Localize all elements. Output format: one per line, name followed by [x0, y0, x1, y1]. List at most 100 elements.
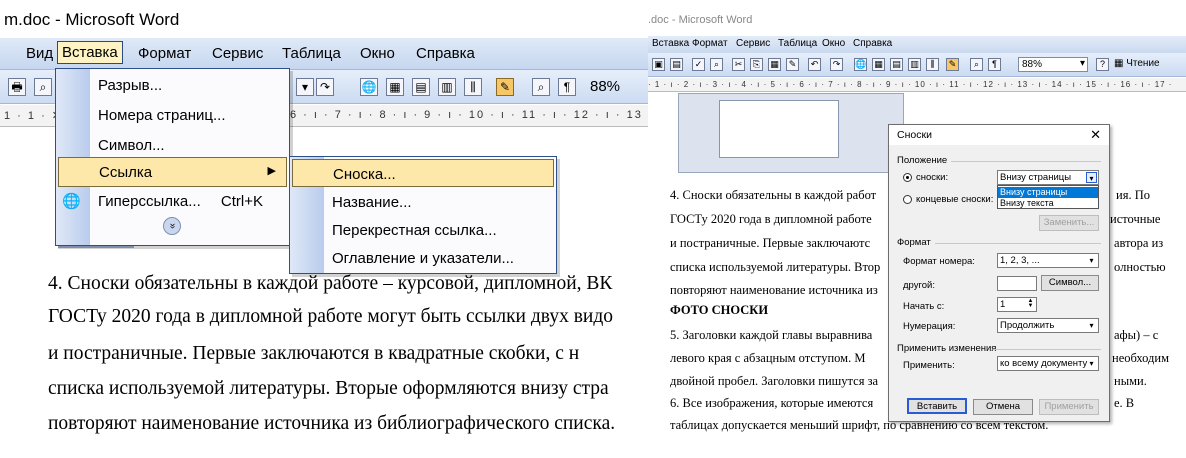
close-icon[interactable]: ✕ — [1090, 127, 1101, 143]
ruler: · 1 · ı · 2 · ı · 3 · ı · 4 · ı · 5 · ı … — [648, 78, 1186, 92]
undo-dropdown-icon[interactable]: ▾ — [296, 78, 314, 96]
format-painter-icon[interactable]: ✎ — [786, 58, 799, 71]
redo-icon[interactable]: ↷ — [830, 58, 843, 71]
hyperlink-icon[interactable]: 🌐 — [854, 58, 867, 71]
convert-button[interactable]: Заменить... — [1039, 215, 1099, 231]
chevron-down-icon: ▾ — [1089, 321, 1094, 330]
position-option[interactable]: Внизу текста — [998, 198, 1098, 209]
menu-bar: Вид Вставка Формат Сервис Таблица Окно С… — [0, 38, 648, 70]
zoom-value[interactable]: 88% — [590, 78, 620, 95]
menu-bar: Вставка Формат Сервис Таблица Окно Справ… — [648, 36, 1186, 53]
insert-table-icon[interactable]: ▤ — [412, 78, 430, 96]
menu-help[interactable]: Справка — [853, 38, 892, 49]
symbol-button[interactable]: Символ... — [1041, 275, 1099, 291]
radio-footnotes-label: сноски: — [916, 172, 949, 183]
menu-format[interactable]: Формат — [134, 43, 195, 64]
menu-item-reference[interactable]: Ссылка ▶ — [58, 157, 287, 187]
menu-tools[interactable]: Сервис — [208, 43, 267, 64]
apply-button[interactable]: Применить — [1039, 399, 1099, 415]
document-map-icon[interactable]: ⌕ — [970, 58, 983, 71]
paragraph-fragment: источные — [1110, 212, 1161, 226]
undo-icon[interactable]: ↶ — [808, 58, 821, 71]
save-icon[interactable]: ▣ — [652, 58, 665, 71]
insert-excel-icon[interactable]: ▥ — [908, 58, 921, 71]
paragraph-fragment: необходим — [1112, 351, 1169, 365]
submenu-item-index-tables[interactable]: Оглавление и указатели... — [290, 244, 556, 274]
group-format-label: Формат — [897, 237, 931, 248]
menu-insert[interactable]: Вставка — [652, 38, 689, 49]
paragraph-line: списка используемой литературы. Втор — [670, 260, 881, 274]
copy-icon[interactable]: ⎘ — [750, 58, 763, 71]
menu-window[interactable]: Окно — [356, 43, 399, 64]
spelling-icon[interactable]: ✓ — [692, 58, 705, 71]
print-icon[interactable]: ▤ — [670, 58, 683, 71]
position-select[interactable]: Внизу страницы ▾ — [997, 170, 1099, 185]
cancel-button[interactable]: Отмена — [973, 399, 1033, 415]
redo-icon[interactable]: ↷ — [316, 78, 334, 96]
globe-icon: 🌐 — [62, 193, 81, 210]
tables-borders-icon[interactable]: ▦ — [386, 78, 404, 96]
submenu-item-footnote[interactable]: Сноска... — [292, 159, 554, 187]
hyperlink-icon[interactable]: 🌐 — [360, 78, 378, 96]
expand-menu-icon[interactable]: » — [163, 217, 181, 235]
research-icon[interactable]: ⌕ — [710, 58, 723, 71]
submenu-arrow-icon: ▶ — [267, 165, 276, 177]
menu-format[interactable]: Формат — [692, 38, 728, 49]
menu-table[interactable]: Таблица — [278, 43, 345, 64]
insert-excel-icon[interactable]: ▥ — [438, 78, 456, 96]
paragraph-fragment: е. В — [1114, 396, 1135, 410]
paragraph-line: ГОСТу 2020 года в дипломной работе могут… — [48, 306, 614, 327]
drawing-icon[interactable]: ✎ — [496, 78, 514, 96]
submenu-item-caption[interactable]: Название... — [290, 188, 556, 218]
apply-to-label: Применить: — [903, 360, 955, 371]
paragraph-line: 5. Заголовки каждой главы выравнива — [670, 328, 873, 342]
menu-help[interactable]: Справка — [412, 43, 479, 64]
chevron-down-icon: ▾ — [1089, 359, 1094, 368]
menu-insert[interactable]: Вставка — [57, 41, 123, 64]
spinner-icon[interactable]: ▲ ▼ — [1026, 298, 1035, 310]
show-formatting-icon[interactable]: ¶ — [558, 78, 576, 96]
insert-menu: Разрыв... Номера страниц... Символ... Сс… — [55, 68, 290, 246]
menu-window[interactable]: Окно — [822, 38, 845, 49]
radio-endnotes[interactable] — [903, 195, 912, 204]
document-map-icon[interactable]: ⌕ — [532, 78, 550, 96]
zoom-field[interactable]: 88% ▾ — [1018, 57, 1088, 72]
position-option[interactable]: Внизу страницы — [998, 187, 1098, 198]
footnote-dialog: Сноски ✕ Положение сноски: Внизу страниц… — [888, 124, 1110, 422]
print-icon[interactable]: 🖶 — [8, 78, 26, 96]
print-preview-icon[interactable]: ⌕ — [34, 78, 52, 96]
radio-footnotes[interactable] — [903, 173, 912, 182]
chevron-down-icon: ▾ — [1079, 58, 1085, 69]
tables-borders-icon[interactable]: ▦ — [872, 58, 885, 71]
start-at-input[interactable]: 1 ▲ ▼ — [997, 297, 1037, 312]
show-formatting-icon[interactable]: ¶ — [988, 58, 1001, 71]
help-icon[interactable]: ? — [1096, 58, 1109, 71]
paragraph-fragment: олностью — [1114, 260, 1166, 274]
paste-icon[interactable]: ▦ — [768, 58, 781, 71]
read-mode-button[interactable]: ▦ Чтение — [1114, 58, 1160, 69]
drawing-icon[interactable]: ✎ — [946, 58, 959, 71]
columns-icon[interactable]: ⫼ — [464, 78, 482, 96]
radio-endnotes-label: концевые сноски: — [916, 194, 994, 205]
chevron-down-icon: ▾ — [1086, 172, 1097, 183]
paragraph-line: повторяют наименование источника из — [670, 283, 878, 297]
apply-to-select[interactable]: ко всему документу ▾ — [997, 356, 1099, 371]
menu-view[interactable]: Вид — [22, 43, 57, 64]
menu-item-hyperlink[interactable]: 🌐 Гиперссылка... Ctrl+K — [56, 187, 289, 217]
number-format-select[interactable]: 1, 2, 3, ... ▾ — [997, 253, 1099, 268]
insert-button[interactable]: Вставить — [907, 398, 967, 414]
paragraph-line: 6. Все изображения, которые имеются — [670, 396, 874, 410]
left-screenshot: m.doc - Microsoft Word Вид Вставка Форма… — [0, 0, 648, 458]
numbering-select[interactable]: Продолжить ▾ — [997, 318, 1099, 333]
submenu-item-cross-reference[interactable]: Перекрестная ссылка... — [290, 216, 556, 246]
menu-tools[interactable]: Сервис — [736, 38, 770, 49]
cut-icon[interactable]: ✂ — [732, 58, 745, 71]
menu-item-break[interactable]: Разрыв... — [56, 71, 289, 101]
insert-table-icon[interactable]: ▤ — [890, 58, 903, 71]
columns-icon[interactable]: ⫼ — [926, 58, 939, 71]
menu-table[interactable]: Таблица — [778, 38, 817, 49]
custom-mark-input[interactable] — [997, 276, 1037, 291]
paragraph-fragment: афы) – с — [1114, 328, 1159, 342]
menu-item-page-numbers[interactable]: Номера страниц... — [56, 101, 289, 131]
group-apply-label: Применить изменения — [897, 343, 997, 354]
